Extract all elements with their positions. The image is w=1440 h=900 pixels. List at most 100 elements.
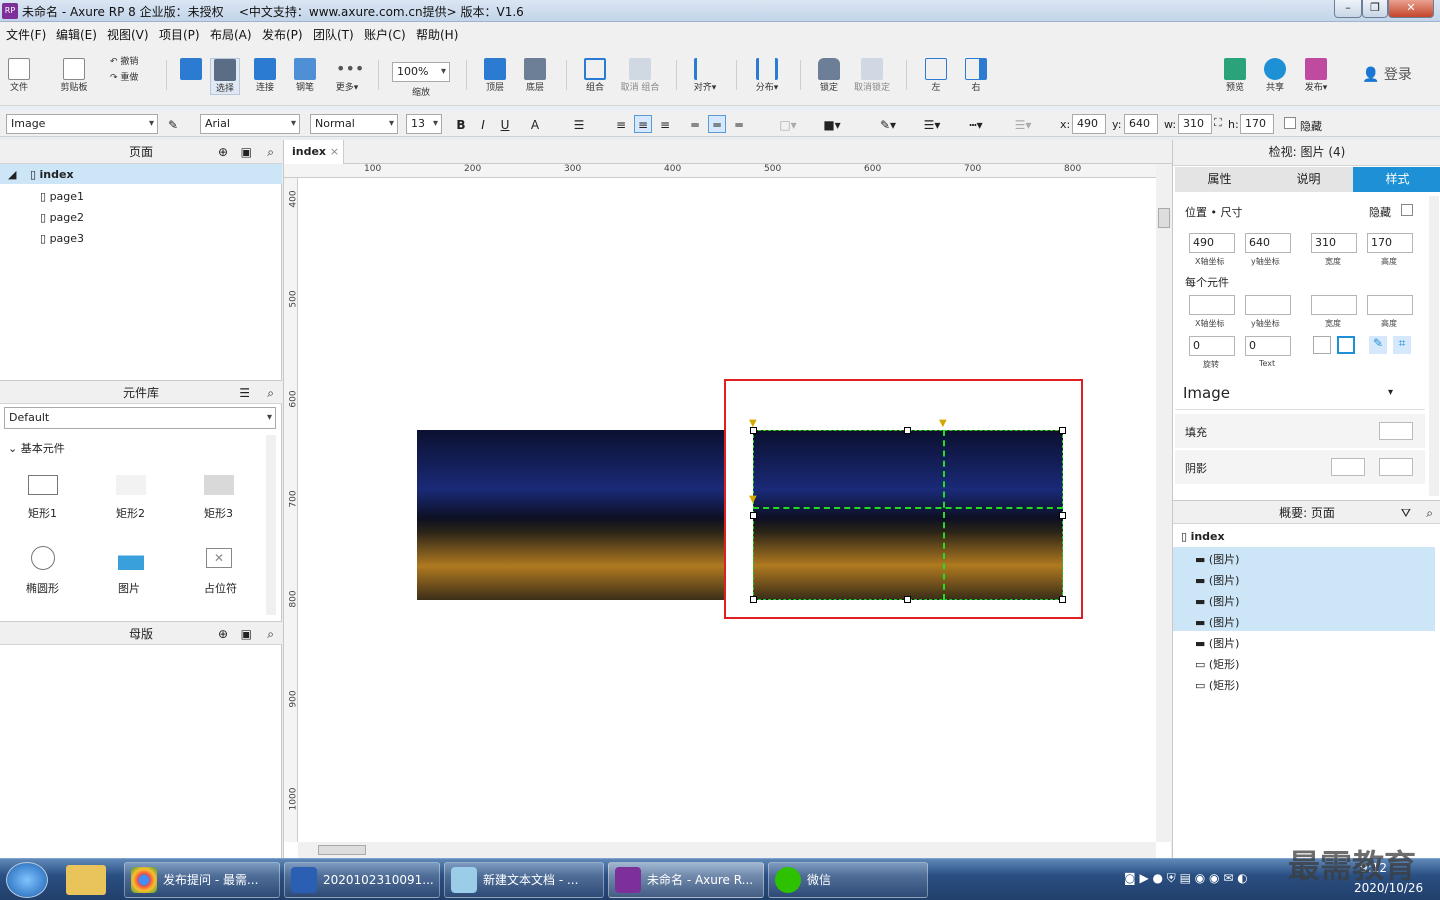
- width-field[interactable]: 310: [1178, 114, 1212, 134]
- zoom-select[interactable]: 100%: [392, 62, 450, 82]
- fill-color-picker[interactable]: [1379, 422, 1413, 440]
- widget-style-name[interactable]: Image ▾: [1175, 378, 1425, 410]
- library-group-basic[interactable]: ⌄ 基本元件: [8, 440, 65, 456]
- rectangle2-widget[interactable]: [116, 475, 146, 495]
- task-word[interactable]: 2020102310091...: [284, 862, 440, 898]
- outline-item[interactable]: ▬ (图片): [1195, 635, 1239, 651]
- add-master-icon[interactable]: ⊕: [218, 622, 228, 646]
- file-explorer-icon[interactable]: [66, 865, 106, 895]
- shadow-color-picker[interactable]: [1379, 458, 1413, 476]
- redo-button[interactable]: ↷ 重做: [110, 70, 152, 83]
- menu-layout[interactable]: 布局(A): [210, 26, 252, 43]
- task-chrome[interactable]: 发布提问 - 最需...: [124, 862, 280, 898]
- library-scrollbar[interactable]: [266, 435, 276, 615]
- menu-account[interactable]: 账户(C): [364, 26, 406, 43]
- left-panel-button[interactable]: 左: [922, 58, 950, 93]
- menu-publish[interactable]: 发布(P): [262, 26, 303, 43]
- task-notepad[interactable]: 新建文本文档 - ...: [444, 862, 604, 898]
- login-button[interactable]: 👤 登录: [1362, 64, 1418, 84]
- outline-item[interactable]: ▬ (图片): [1195, 572, 1239, 588]
- library-menu-icon[interactable]: ☰: [239, 381, 250, 405]
- pen-button[interactable]: 钢笔: [290, 58, 320, 93]
- menu-edit[interactable]: 编辑(E): [56, 26, 97, 43]
- placeholder-widget-icon[interactable]: ✕: [206, 548, 232, 568]
- right-panel-button[interactable]: 右: [962, 58, 990, 93]
- outline-search-icon[interactable]: ⌕: [1426, 501, 1433, 525]
- page-item-page1[interactable]: ▯ page1: [40, 190, 84, 203]
- height-field[interactable]: 170: [1240, 114, 1274, 134]
- valign-top-button[interactable]: ═: [686, 115, 704, 133]
- font-color-button[interactable]: A: [526, 115, 544, 133]
- select-mode-button[interactable]: [176, 58, 206, 80]
- outline-root[interactable]: ▯ index: [1181, 530, 1225, 543]
- slice-marker-top[interactable]: ▼: [939, 418, 947, 429]
- outline-item[interactable]: ▬ (图片): [1195, 593, 1239, 609]
- tab-index[interactable]: index ×: [284, 140, 344, 164]
- close-tab-icon[interactable]: ×: [330, 145, 339, 158]
- task-axure[interactable]: 未命名 - Axure R...: [608, 862, 764, 898]
- line-width-button[interactable]: ☰▾: [916, 115, 948, 133]
- ellipse-widget[interactable]: [31, 546, 55, 570]
- tab-properties[interactable]: 属性: [1175, 167, 1264, 192]
- slice-marker-top-left[interactable]: ▼: [749, 418, 757, 429]
- select-button[interactable]: 选择: [210, 58, 240, 95]
- fill-color-button[interactable]: □▾: [772, 115, 804, 133]
- task-wechat[interactable]: 微信: [768, 862, 928, 898]
- start-button[interactable]: [6, 862, 48, 898]
- crop-frame-icon[interactable]: [1337, 336, 1355, 354]
- add-page-icon[interactable]: ⊕: [218, 140, 228, 164]
- line-style-button[interactable]: ┅▾: [960, 115, 992, 133]
- slice-icon[interactable]: ✎: [1369, 336, 1387, 354]
- arrow-style-button[interactable]: ☰▾: [1006, 115, 1040, 133]
- filter-icon[interactable]: ⛛: [1401, 501, 1411, 525]
- font-size-select[interactable]: 13: [406, 114, 442, 134]
- tab-notes[interactable]: 说明: [1264, 167, 1353, 192]
- shadow-button[interactable]: ■▾: [816, 115, 848, 133]
- inspector-hidden-checkbox[interactable]: [1401, 204, 1413, 216]
- maximize-button[interactable]: ❐: [1362, 0, 1388, 18]
- rectangle3-widget[interactable]: [204, 475, 234, 495]
- unlock-button[interactable]: 取消锁定: [850, 58, 894, 93]
- widget-style-select[interactable]: Image: [6, 114, 158, 134]
- library-select[interactable]: Default: [4, 407, 276, 429]
- page-item-index[interactable]: ◢ ▯ index: [0, 164, 282, 184]
- file-button[interactable]: 文件: [6, 58, 32, 93]
- sliced-image-selected[interactable]: [753, 430, 1063, 600]
- lock-ratio-icon[interactable]: ⛶: [1214, 116, 1222, 130]
- publish-button[interactable]: 发布▾: [1298, 58, 1334, 93]
- outline-item[interactable]: ▬ (图片): [1195, 614, 1239, 630]
- each-width-field[interactable]: [1311, 295, 1357, 315]
- valign-bottom-button[interactable]: ═: [730, 115, 748, 133]
- canvas-horizontal-scrollbar[interactable]: [298, 842, 1156, 858]
- menu-help[interactable]: 帮助(H): [416, 26, 458, 43]
- connect-button[interactable]: 连接: [250, 58, 280, 93]
- crop-icon[interactable]: ⌗: [1393, 336, 1411, 354]
- x-field[interactable]: 490: [1072, 114, 1106, 134]
- hidden-checkbox[interactable]: [1284, 117, 1296, 129]
- search-icon[interactable]: ⌕: [267, 140, 274, 164]
- outline-item[interactable]: ▭ (矩形): [1195, 656, 1239, 672]
- image-widget-icon[interactable]: [118, 546, 144, 570]
- undo-button[interactable]: ↶ 撤销: [110, 54, 152, 67]
- lock-button[interactable]: 锁定: [814, 58, 844, 93]
- valign-middle-button[interactable]: ═: [708, 115, 726, 133]
- align-button[interactable]: 对齐▾: [688, 58, 722, 93]
- bold-button[interactable]: B: [452, 115, 470, 133]
- close-window-button[interactable]: ✕: [1388, 0, 1434, 18]
- more-button[interactable]: ••• 更多▾: [330, 58, 365, 93]
- shadow-type-picker[interactable]: [1331, 458, 1365, 476]
- menu-project[interactable]: 项目(P): [159, 26, 200, 43]
- masters-search-icon[interactable]: ⌕: [267, 622, 274, 646]
- preview-button[interactable]: 预览: [1220, 58, 1250, 93]
- y-field[interactable]: 640: [1124, 114, 1158, 134]
- inspector-height-field[interactable]: 170: [1367, 233, 1413, 253]
- style-edit-icon[interactable]: ✎: [164, 115, 182, 133]
- inspector-scrollbar[interactable]: [1429, 196, 1439, 496]
- outline-item[interactable]: ▬ (图片): [1195, 551, 1239, 567]
- send-to-back-button[interactable]: 底层: [520, 58, 550, 93]
- italic-button[interactable]: I: [474, 115, 492, 133]
- page-item-page3[interactable]: ▯ page3: [40, 232, 84, 245]
- each-height-field[interactable]: [1367, 295, 1413, 315]
- each-y-field[interactable]: [1245, 295, 1291, 315]
- ungroup-button[interactable]: 取消 组合: [618, 58, 662, 93]
